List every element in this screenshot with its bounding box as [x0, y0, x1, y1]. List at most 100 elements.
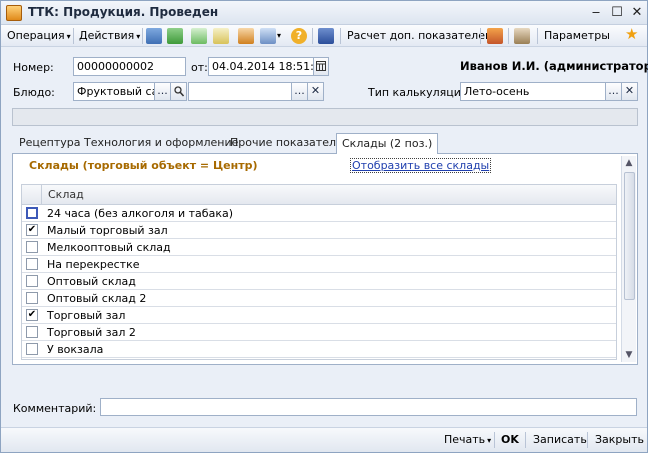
column-header-warehouse[interactable]: Склад — [48, 188, 84, 201]
calc-type-select-button[interactable]: ... — [605, 82, 622, 101]
table-row[interactable]: Оптовый склад — [22, 273, 616, 290]
actions-menu[interactable]: Действия ▾ — [79, 28, 140, 44]
maximize-button[interactable]: ☐ — [609, 5, 625, 21]
number-label: Номер: — [13, 61, 54, 74]
search-icon — [173, 86, 184, 97]
structure-icon[interactable] — [318, 28, 334, 44]
go-to-dropdown-icon[interactable]: ▾ — [277, 28, 281, 44]
include-checkbox[interactable]: ✔ — [26, 309, 38, 321]
ok-button[interactable]: OK — [501, 433, 519, 446]
toolbar-separator — [494, 432, 495, 448]
post-and-close-icon[interactable] — [146, 28, 162, 44]
toolbar-separator — [587, 432, 588, 448]
include-checkbox[interactable] — [26, 258, 38, 270]
operation-menu[interactable]: Операция ▾ — [7, 28, 71, 44]
calendar-button[interactable] — [313, 57, 329, 76]
dish-extra-field[interactable] — [188, 82, 292, 101]
number-field[interactable]: 00000000002 — [73, 57, 186, 76]
header-check-column — [22, 185, 42, 204]
actions-menu-label: Действия — [79, 29, 135, 42]
app-icon — [6, 5, 22, 21]
tab-warehouses[interactable]: Склады (2 поз.) — [336, 133, 439, 154]
vertical-scrollbar[interactable]: ▲ ▼ — [621, 156, 636, 362]
document-window: ТТК: Продукция. Проведен ‒ ☐ ✕ Операция ▾… — [0, 0, 648, 453]
dropdown-arrow-icon: ▾ — [66, 32, 71, 41]
table-row[interactable]: Мелкооптовый склад — [22, 239, 616, 256]
print-label: Печать — [444, 433, 486, 446]
info-panel — [12, 108, 638, 126]
warehouse-name: На перекрестке — [47, 258, 140, 271]
warehouses-table: Склад 24 часа (без алкоголя и табака) ✔ Ма… — [21, 184, 617, 360]
date-label: от: — [191, 61, 208, 74]
save-button[interactable]: Записать — [533, 433, 587, 446]
dish-field[interactable]: Фруктовый салат — [73, 82, 155, 101]
calc-type-field[interactable]: Лето-осень — [460, 82, 606, 101]
print-menu[interactable]: Печать ▾ — [444, 433, 491, 446]
show-all-warehouses-link[interactable]: Отобразить все склады — [350, 158, 492, 173]
table-header: Склад — [22, 185, 616, 205]
toolbar-separator — [537, 28, 538, 44]
dish-extra-clear-button[interactable]: ✕ — [307, 82, 324, 101]
minimize-button[interactable]: ‒ — [588, 5, 604, 21]
date-field[interactable]: 04.04.2014 18:51:04 — [208, 57, 314, 76]
include-checkbox[interactable] — [26, 241, 38, 253]
parameters-button[interactable]: Параметры — [544, 28, 610, 44]
include-checkbox[interactable] — [26, 207, 38, 219]
toolbar-separator — [525, 432, 526, 448]
table-row[interactable]: 24 часа (без алкоголя и табака) — [22, 205, 616, 222]
clipboard-icon[interactable] — [514, 28, 530, 44]
bottom-command-bar: Печать ▾ OK Записать Закрыть — [1, 427, 647, 452]
tab-recipe[interactable]: Рецептура — [14, 135, 86, 153]
table-row[interactable]: Оптовый склад 2 — [22, 290, 616, 307]
comment-label: Комментарий: — [13, 402, 97, 415]
tab-technology[interactable]: Технология и оформление — [79, 135, 243, 153]
help-icon[interactable]: ? — [291, 28, 307, 44]
calc-indicators-button[interactable]: Расчет доп. показателей — [347, 28, 492, 44]
calc-type-clear-button[interactable]: ✕ — [621, 82, 638, 101]
warehouse-name: У вокзала — [47, 343, 104, 356]
post-icon[interactable] — [213, 28, 229, 44]
include-checkbox[interactable]: ✔ — [26, 224, 38, 236]
dish-select-button[interactable]: ... — [154, 82, 171, 101]
calendar-icon — [316, 61, 326, 71]
window-title: ТТК: Продукция. Проведен — [28, 5, 219, 19]
include-checkbox[interactable] — [26, 326, 38, 338]
current-user: Иванов И.И. (администратор) — [460, 59, 648, 73]
toolbar-separator — [480, 28, 481, 44]
close-button[interactable]: Закрыть — [595, 433, 644, 446]
warehouse-name: Малый торговый зал — [47, 224, 168, 237]
toolbar-separator — [142, 28, 143, 44]
scroll-thumb[interactable] — [624, 172, 635, 300]
include-checkbox[interactable] — [26, 343, 38, 355]
toolbar-separator — [340, 28, 341, 44]
warehouse-name: Оптовый склад — [47, 275, 136, 288]
warehouse-name: Мелкооптовый склад — [47, 241, 171, 254]
dish-search-button[interactable] — [170, 82, 187, 101]
toolbar-separator — [508, 28, 509, 44]
scroll-up-icon[interactable]: ▲ — [622, 156, 636, 170]
table-row[interactable]: ✔ Малый торговый зал — [22, 222, 616, 239]
refresh-icon[interactable] — [167, 28, 183, 44]
dish-label: Блюдо: — [13, 86, 55, 99]
unpost-icon[interactable] — [238, 28, 254, 44]
favorites-star-icon[interactable]: ★ — [625, 26, 638, 42]
comment-field[interactable] — [100, 398, 637, 416]
close-window-button[interactable]: ✕ — [629, 5, 645, 21]
copy-icon[interactable] — [191, 28, 207, 44]
include-checkbox[interactable] — [26, 275, 38, 287]
warehouses-panel: Склады (торговый объект = Центр) Отобраз… — [12, 153, 638, 365]
dish-extra-select-button[interactable]: ... — [291, 82, 308, 101]
scroll-down-icon[interactable]: ▼ — [622, 348, 636, 362]
warehouses-title: Склады (торговый объект = Центр) — [29, 159, 258, 172]
table-row[interactable]: У вокзала — [22, 341, 616, 358]
toolbar-separator — [73, 28, 74, 44]
table-row[interactable]: На перекрестке — [22, 256, 616, 273]
table-row[interactable]: Торговый зал 2 — [22, 324, 616, 341]
table-row[interactable]: ✔ Торговый зал — [22, 307, 616, 324]
include-checkbox[interactable] — [26, 292, 38, 304]
tab-other-indicators[interactable]: Прочие показатели — [225, 135, 348, 153]
go-to-icon[interactable] — [260, 28, 276, 44]
hierarchy-icon[interactable] — [487, 28, 503, 44]
warehouse-name: Оптовый склад 2 — [47, 292, 147, 305]
warehouse-name: Торговый зал — [47, 309, 126, 322]
